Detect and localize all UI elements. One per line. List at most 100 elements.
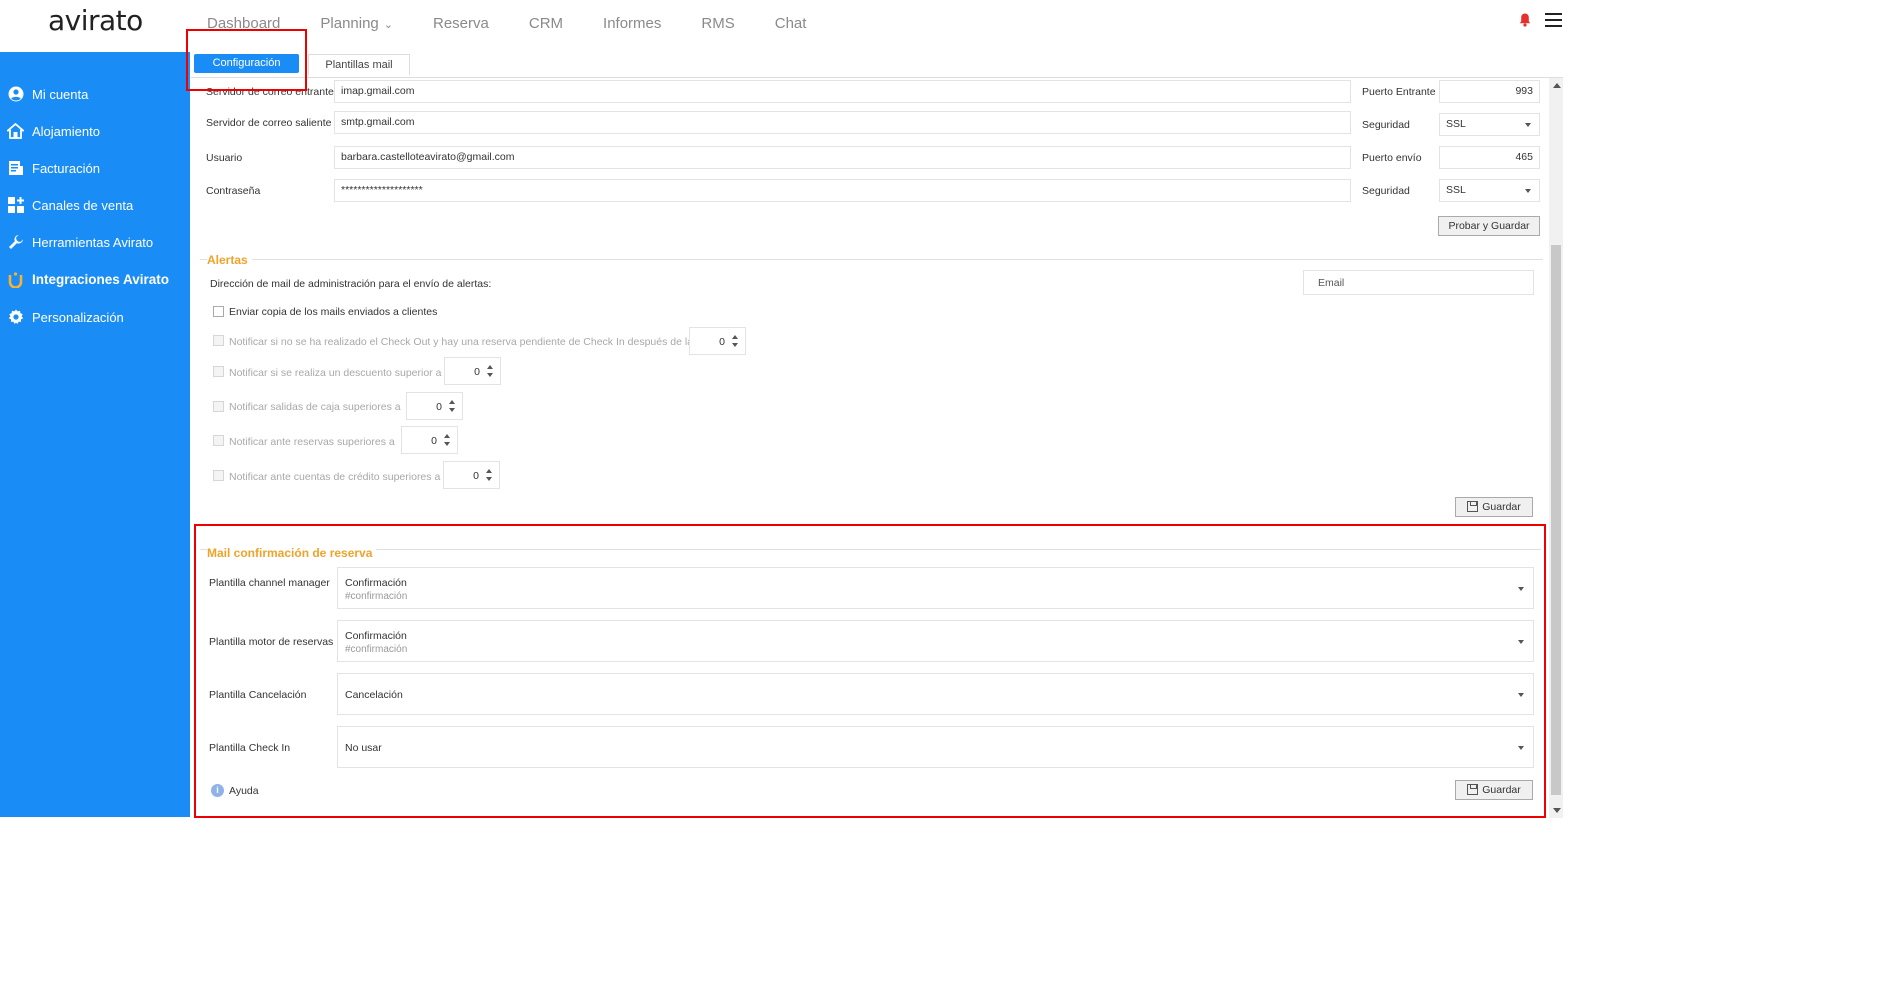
sidebar-item-alojamiento[interactable]: Alojamiento (7, 119, 100, 143)
security-value-2: SSL (1446, 184, 1466, 196)
sidebar: Mi cuenta Alojamiento Facturación Canale… (0, 52, 190, 817)
tab-plantillas-mail[interactable]: Plantillas mail (308, 54, 410, 75)
notify-bookings-checkbox[interactable] (213, 435, 224, 446)
integration-icon (7, 271, 24, 288)
arrow-down-icon[interactable] (449, 408, 455, 412)
notify-bookings-label: Notificar ante reservas superiores a (229, 436, 395, 448)
engine-template-value: Confirmación (345, 630, 407, 642)
password-label: Contraseña (206, 185, 261, 197)
bell-icon[interactable] (1519, 13, 1531, 27)
alerts-divider (200, 259, 1543, 260)
notify-discount-stepper[interactable]: 0 (444, 357, 501, 385)
nav-rms[interactable]: RMS (701, 15, 734, 32)
caret-down-icon (1518, 693, 1524, 697)
hamburger-menu-icon[interactable] (1545, 13, 1562, 27)
checkin-template-label: Plantilla Check In (209, 742, 291, 754)
nav-crm[interactable]: CRM (529, 15, 563, 32)
sidebar-item-canales-de-venta[interactable]: Canales de venta (7, 193, 133, 217)
stepper-value: 0 (719, 336, 725, 348)
sidebar-item-label: Canales de venta (32, 197, 134, 213)
notify-checkout-stepper[interactable]: 0 (689, 327, 746, 355)
channel-template-select[interactable]: Confirmación #confirmación (337, 567, 1534, 609)
arrow-down-icon[interactable] (444, 442, 450, 446)
arrow-up-icon[interactable] (444, 434, 450, 438)
scroll-up-arrow-icon[interactable] (1553, 83, 1561, 88)
port-out-field[interactable]: 465 (1439, 146, 1540, 169)
security-select-2[interactable]: SSL (1439, 179, 1540, 202)
incoming-server-label: Servidor de correo entrante (206, 86, 334, 98)
alerts-title: Alertas (207, 253, 252, 267)
sidebar-item-label: Personalización (32, 309, 124, 325)
test-save-button[interactable]: Probar y Guardar (1438, 216, 1540, 236)
user-field[interactable]: barbara.castelloteavirato@gmail.com (334, 146, 1351, 169)
sidebar-item-herramientas[interactable]: Herramientas Avirato (7, 230, 153, 254)
top-bar: avirato Dashboard Planning ⌄ Reserva CRM … (0, 0, 1899, 52)
password-field[interactable]: ******************** (334, 179, 1351, 202)
send-copy-checkbox[interactable] (213, 306, 224, 317)
sidebar-item-mi-cuenta[interactable]: Mi cuenta (7, 82, 88, 106)
tab-configuracion[interactable]: Configuración (194, 54, 299, 73)
security-select-1[interactable]: SSL (1439, 113, 1540, 136)
scrollbar-thumb[interactable] (1551, 245, 1561, 795)
caret-down-icon (1525, 189, 1531, 193)
outgoing-server-field[interactable]: smtp.gmail.com (334, 111, 1351, 134)
channel-template-label: Plantilla channel manager (209, 577, 330, 589)
gear-icon (7, 309, 24, 326)
main-nav: Dashboard Planning ⌄ Reserva CRM Informes… (207, 15, 846, 32)
notify-discount-checkbox[interactable] (213, 366, 224, 377)
nav-informes[interactable]: Informes (603, 15, 661, 32)
notify-discount-label: Notificar si se realiza un descuento sup… (229, 367, 442, 379)
arrow-down-icon[interactable] (486, 477, 492, 481)
sidebar-item-personalizacion[interactable]: Personalización (7, 305, 124, 329)
port-in-field[interactable]: 993 (1439, 80, 1540, 103)
notify-bookings-stepper[interactable]: 0 (401, 426, 458, 454)
alerts-save-button[interactable]: Guardar (1455, 497, 1533, 517)
notify-checkout-checkbox[interactable] (213, 335, 224, 346)
sidebar-item-label: Mi cuenta (32, 86, 89, 102)
cancel-template-value: Cancelación (345, 689, 403, 701)
booking-mail-save-label: Guardar (1482, 784, 1521, 796)
port-in-label: Puerto Entrante (1362, 86, 1436, 98)
checkin-template-select[interactable]: No usar (337, 726, 1534, 768)
engine-template-select[interactable]: Confirmación #confirmación (337, 620, 1534, 662)
admin-mail-label: Dirección de mail de administración para… (210, 278, 492, 290)
alerts-save-label: Guardar (1482, 501, 1521, 513)
admin-email-field[interactable]: Email (1303, 270, 1534, 295)
booking-mail-save-button[interactable]: Guardar (1455, 780, 1533, 800)
arrow-down-icon[interactable] (487, 373, 493, 377)
arrow-up-icon[interactable] (449, 400, 455, 404)
nav-dashboard[interactable]: Dashboard (207, 15, 280, 32)
sidebar-item-integraciones[interactable]: Integraciones Avirato (7, 267, 169, 291)
notify-cash-label: Notificar salidas de caja superiores a (229, 401, 401, 413)
arrow-up-icon[interactable] (486, 469, 492, 473)
arrow-up-icon[interactable] (732, 335, 738, 339)
info-icon[interactable]: i (211, 784, 224, 797)
nav-planning[interactable]: Planning ⌄ (320, 15, 393, 32)
scroll-down-arrow-icon[interactable] (1553, 808, 1561, 813)
sidebar-item-label: Facturación (32, 160, 100, 176)
notify-credit-label: Notificar ante cuentas de crédito superi… (229, 471, 441, 483)
avirato-logo[interactable]: avirato (48, 4, 143, 37)
house-icon (7, 123, 24, 140)
notify-credit-stepper[interactable]: 0 (443, 461, 500, 489)
sidebar-item-label: Alojamiento (32, 123, 100, 139)
cancel-template-select[interactable]: Cancelación (337, 673, 1534, 715)
save-disk-icon (1467, 501, 1479, 512)
settings-tabs: Configuración Plantillas mail (191, 52, 1563, 78)
notify-credit-checkbox[interactable] (213, 470, 224, 481)
stepper-value: 0 (473, 470, 479, 482)
notify-cash-checkbox[interactable] (213, 401, 224, 412)
stepper-value: 0 (474, 366, 480, 378)
cancel-template-label: Plantilla Cancelación (209, 689, 307, 701)
nav-reserva[interactable]: Reserva (433, 15, 489, 32)
arrow-down-icon[interactable] (732, 343, 738, 347)
nav-planning-label: Planning (320, 15, 379, 32)
nav-chat[interactable]: Chat (775, 15, 807, 32)
incoming-server-field[interactable]: imap.gmail.com (334, 80, 1351, 103)
help-link[interactable]: Ayuda (229, 785, 259, 797)
notify-cash-stepper[interactable]: 0 (406, 392, 463, 420)
user-label: Usuario (206, 152, 243, 164)
arrow-up-icon[interactable] (487, 365, 493, 369)
sidebar-item-facturacion[interactable]: Facturación (7, 156, 100, 180)
security-label-2: Seguridad (1362, 185, 1410, 197)
